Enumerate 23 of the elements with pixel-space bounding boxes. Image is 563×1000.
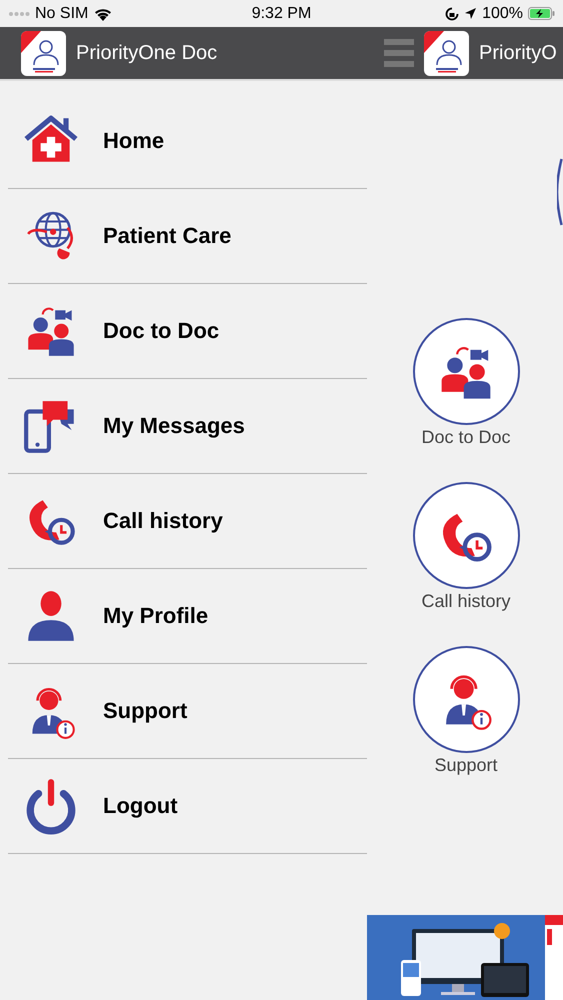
tile-label: Doc to Doc xyxy=(421,427,511,448)
menu-item[interactable]: My Messages xyxy=(8,379,367,474)
battery-text: 100% xyxy=(482,4,523,22)
clock-text: 9:32 PM xyxy=(252,4,312,22)
location-arrow-icon xyxy=(464,7,478,20)
menu-item[interactable]: My Profile xyxy=(8,569,367,664)
signal-dots-icon xyxy=(8,10,30,16)
menu-item[interactable]: Patient Care xyxy=(8,189,367,284)
rotation-lock-icon xyxy=(445,6,460,20)
app-title: PriorityO xyxy=(479,42,557,64)
menu-item[interactable]: Support xyxy=(8,664,367,759)
tile-label: Call history xyxy=(421,591,511,612)
doctor-logo-icon xyxy=(424,30,469,76)
tile-circle-edge xyxy=(557,158,563,226)
doctor-logo-icon xyxy=(21,30,66,76)
carrier-text: No SIM xyxy=(35,4,88,22)
menu-item[interactable]: Logout xyxy=(8,759,367,854)
menu-item[interactable]: Call history xyxy=(8,474,367,569)
tile-label: Support xyxy=(434,755,498,776)
battery-charging-icon xyxy=(528,7,555,20)
app-title: PriorityOne Doc xyxy=(76,42,218,64)
menu-item[interactable]: Home xyxy=(8,94,367,189)
menu-item[interactable]: Doc to Doc xyxy=(8,284,367,379)
